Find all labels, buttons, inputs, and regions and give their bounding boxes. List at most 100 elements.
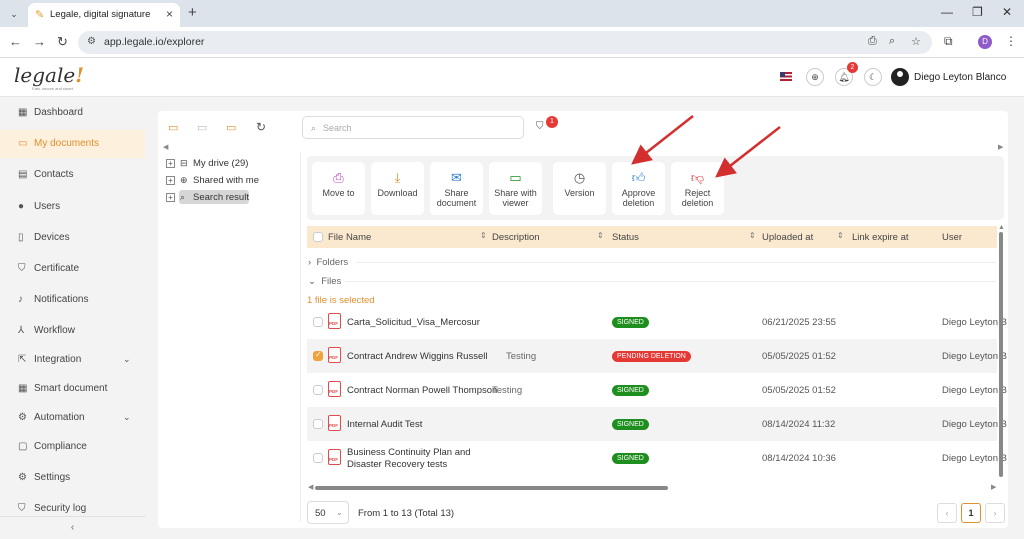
file-name[interactable]: Carta_Solicitud_Visa_Mercosur [347, 317, 480, 328]
download-button[interactable]: ⤓ Download [371, 162, 424, 215]
support-icon[interactable]: ⊕ [806, 68, 824, 86]
refresh-icon[interactable]: ↻ [256, 120, 266, 134]
sort-icon[interactable]: ⇕ [480, 231, 487, 240]
version-button[interactable]: ◷ Version [553, 162, 606, 215]
scroll-up-icon[interactable]: ▲ [998, 224, 1005, 231]
user-avatar[interactable] [891, 68, 909, 86]
page-size-value: 50 [315, 508, 326, 519]
row-checkbox[interactable] [313, 350, 323, 361]
next-page-button[interactable]: › [985, 503, 1005, 523]
column-status[interactable]: Status [612, 232, 639, 243]
us-flag-icon[interactable] [780, 72, 792, 81]
scroll-left-icon[interactable]: ◀ [163, 143, 168, 151]
sidebar-item-notifications[interactable]: ♪ Notifications [0, 286, 145, 314]
browser-tab[interactable]: ✎ Legale, digital signature × [28, 3, 180, 27]
share-document-button[interactable]: ✉ Share document [430, 162, 483, 215]
column-link-expire-at[interactable]: Link expire at [852, 232, 909, 243]
theme-toggle-icon[interactable]: ☾ [864, 68, 882, 86]
prev-page-button[interactable]: ‹ [937, 503, 957, 523]
reject-deletion-button[interactable]: 👎︎ Reject deletion [671, 162, 724, 215]
forward-icon[interactable]: → [33, 34, 46, 49]
table-row[interactable]: Contract Andrew Wiggins Russell Testing … [307, 339, 1007, 373]
row-checkbox[interactable] [313, 419, 323, 429]
zoom-icon[interactable]: ⌕ [889, 35, 895, 48]
scroll-left-icon[interactable]: ◀ [308, 483, 313, 491]
url-text[interactable]: app.legale.io/explorer [104, 36, 204, 48]
column-uploaded-at[interactable]: Uploaded at [762, 232, 813, 243]
profile-avatar[interactable]: D [978, 35, 992, 49]
row-checkbox[interactable] [313, 385, 323, 395]
sidebar-item-devices[interactable]: ▯ Devices [0, 224, 145, 252]
uploaded-at: 06/21/2025 23:55 [762, 317, 836, 328]
row-checkbox[interactable] [313, 453, 323, 463]
row-checkbox[interactable] [313, 317, 323, 327]
restore-icon[interactable]: ❐ [972, 5, 983, 19]
approve-deletion-button[interactable]: 👍︎ Approve deletion [612, 162, 665, 215]
tab-search-icon[interactable]: ⌄ [6, 6, 22, 22]
expand-icon[interactable]: + [166, 176, 175, 185]
filter-icon[interactable]: ⛉ [536, 121, 544, 132]
close-window-icon[interactable]: ✕ [1002, 5, 1012, 19]
page-button-current[interactable]: 1 [961, 503, 981, 523]
expand-icon[interactable]: + [166, 193, 175, 202]
user-name[interactable]: Diego Leyton Blanco [914, 72, 1006, 83]
scroll-right-icon[interactable]: ▶ [991, 483, 996, 491]
legale-logo[interactable]: legale! [14, 63, 84, 87]
file-name[interactable]: Business Continuity Plan and [347, 447, 471, 458]
sort-icon[interactable]: ⇕ [597, 231, 604, 240]
folder-icon[interactable]: ▭ [226, 121, 236, 134]
sidebar-item-workflow[interactable]: ⅄ Workflow [0, 317, 145, 345]
install-app-icon[interactable]: ⎙ [868, 35, 877, 48]
vertical-scrollbar[interactable] [999, 232, 1003, 477]
sort-icon[interactable]: ⇕ [749, 231, 756, 240]
move-to-button[interactable]: ⎙ Move to [312, 162, 365, 215]
column-user[interactable]: User [942, 232, 962, 243]
browser-menu-icon[interactable]: ⋮ [1005, 34, 1017, 48]
sidebar-item-dashboard[interactable]: ▦ Dashboard [0, 99, 145, 127]
sidebar-item-automation[interactable]: ⚙ Automation ⌄ [0, 404, 145, 432]
column-file-name[interactable]: File Name [328, 232, 371, 243]
search-input[interactable] [323, 122, 513, 134]
file-name[interactable]: Internal Audit Test [347, 419, 422, 430]
sidebar-item-compliance[interactable]: ▢ Compliance [0, 433, 145, 461]
table-row[interactable]: Contract Norman Powell Thompson Testing … [307, 373, 1007, 407]
chevron-down-icon: ⌄ [123, 412, 131, 422]
back-icon[interactable]: ← [9, 34, 22, 49]
expand-icon[interactable]: + [166, 159, 175, 168]
sidebar-item-integration[interactable]: ⇱ Integration ⌄ [0, 346, 145, 374]
select-all-checkbox[interactable] [313, 232, 323, 242]
sidebar-item-settings[interactable]: ⚙ Settings [0, 464, 145, 492]
sidebar-item-smart-document[interactable]: ▦ Smart document [0, 375, 145, 403]
minimize-icon[interactable]: — [941, 5, 953, 19]
pane-divider[interactable] [300, 152, 301, 522]
site-info-icon[interactable]: ⚙ [87, 36, 96, 47]
sort-icon[interactable]: ⇕ [837, 231, 844, 240]
horizontal-scrollbar[interactable] [315, 486, 668, 490]
sidebar-item-my-documents[interactable]: ▭ My documents [0, 130, 145, 158]
scroll-right-icon[interactable]: ▶ [998, 143, 1003, 151]
sidebar-item-users[interactable]: ● Users [0, 193, 145, 221]
sidebar-item-certificate[interactable]: ⛉ Certificate [0, 255, 145, 283]
file-name[interactable]: Contract Andrew Wiggins Russell [347, 351, 487, 362]
table-row[interactable]: Business Continuity Plan and Disaster Re… [307, 441, 1007, 475]
files-group-toggle[interactable]: ⌄ Files [308, 276, 341, 287]
share-with-viewer-button[interactable]: ▭ Share with viewer [489, 162, 542, 215]
extensions-icon[interactable]: ⧉ [944, 34, 953, 49]
upload-folder-icon[interactable]: ▭ [197, 121, 207, 134]
drive-icon: ⊟ [180, 158, 188, 168]
address-bar[interactable]: ⚙ app.legale.io/explorer ⎙ ⌕ ☆ [78, 31, 932, 54]
new-tab-icon[interactable]: + [188, 4, 197, 21]
table-row[interactable]: Carta_Solicitud_Visa_Mercosur SIGNED 06/… [307, 305, 1007, 339]
reload-icon[interactable]: ↻ [57, 34, 68, 50]
file-name[interactable]: Contract Norman Powell Thompson [347, 385, 497, 396]
column-description[interactable]: Description [492, 232, 540, 243]
page-size-select[interactable]: 50 ⌄ [307, 501, 349, 524]
file-name-continued[interactable]: Disaster Recovery tests [347, 459, 447, 470]
folders-group-toggle[interactable]: › Folders [308, 257, 348, 268]
table-row[interactable]: Internal Audit Test SIGNED 08/14/2024 11… [307, 407, 1007, 441]
bookmark-star-icon[interactable]: ☆ [911, 35, 921, 48]
new-folder-icon[interactable]: ▭ [168, 121, 178, 134]
collapse-sidebar-button[interactable]: ‹ [0, 516, 145, 539]
sidebar-item-contacts[interactable]: ▤ Contacts [0, 161, 145, 189]
close-tab-icon[interactable]: × [166, 7, 173, 21]
